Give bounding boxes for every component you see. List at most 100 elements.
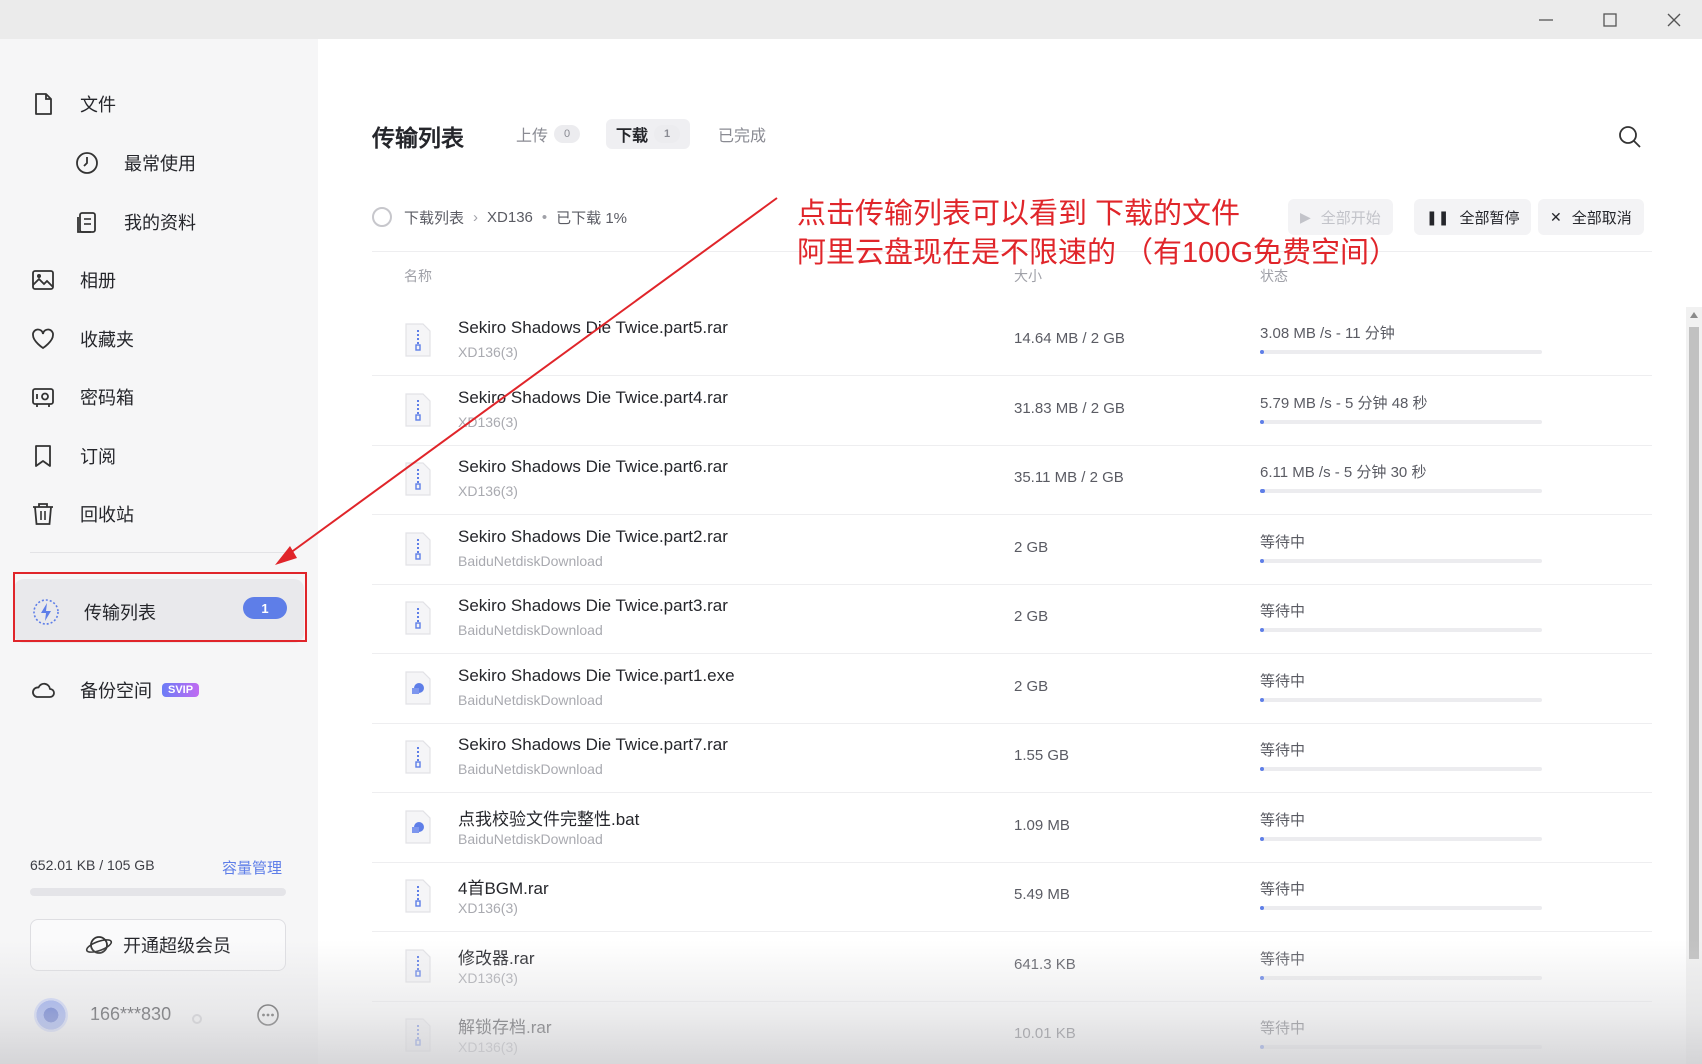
file-path: XD136(3) <box>458 969 518 986</box>
annotation-line-1: 点击传输列表可以看到 下载的文件 <box>797 198 1241 230</box>
file-name: Sekiro Shadows Die Twice.part7.rar <box>458 735 728 754</box>
sidebar-item-label: 密码箱 <box>80 388 134 408</box>
sidebar-item-recent[interactable]: 最常使用 <box>74 143 196 183</box>
table-row[interactable]: Sekiro Shadows Die Twice.part7.rar BaiduN… <box>372 723 1652 793</box>
scroll-thumb[interactable] <box>1689 327 1699 959</box>
archive-file-icon <box>404 1017 432 1053</box>
file-path: XD136(3) <box>458 413 518 430</box>
pause-icon: ❚❚ <box>1426 208 1450 225</box>
search-icon[interactable] <box>1616 123 1644 151</box>
file-progress-bar <box>1260 906 1542 910</box>
open-vip-button[interactable]: 开通超级会员 <box>30 919 286 971</box>
archive-file-icon <box>404 531 432 567</box>
file-progress-fill <box>1260 697 1264 702</box>
table-row[interactable]: Sekiro Shadows Die Twice.part5.rar XD136(… <box>372 306 1652 376</box>
executable-file-icon <box>404 670 432 706</box>
tab-upload-label: 上传 <box>516 128 549 145</box>
storage-usage-text: 652.01 KB / 105 GB <box>30 857 155 873</box>
file-size: 5.49 MB <box>1014 886 1070 903</box>
sidebar-item-backup[interactable]: 备份空间 SVIP <box>30 670 200 710</box>
archive-file-icon <box>404 461 432 497</box>
sidebar-item-safe[interactable]: 密码箱 <box>30 377 134 417</box>
file-progress-bar <box>1260 419 1542 424</box>
table-row[interactable]: Sekiro Shadows Die Twice.part2.rar BaiduN… <box>372 515 1652 585</box>
sidebar-item-trash[interactable]: 回收站 <box>30 494 134 534</box>
breadcrumb-folder[interactable]: XD136 <box>487 209 533 226</box>
file-progress-bar <box>1260 558 1542 563</box>
minimize-button[interactable] <box>1518 0 1574 39</box>
tab-download[interactable]: 下载 1 <box>606 119 691 149</box>
select-all-checkbox[interactable] <box>372 207 392 227</box>
executable-file-icon <box>404 809 432 845</box>
file-path: BaiduNetdiskDownload <box>458 830 603 847</box>
file-progress-bar <box>1260 836 1542 841</box>
page-title: 传输列表 <box>372 125 464 151</box>
breadcrumb-root[interactable]: 下载列表 <box>404 207 464 228</box>
file-name: Sekiro Shadows Die Twice.part3.rar <box>458 596 728 615</box>
file-progress-bar <box>1260 350 1542 354</box>
sidebar-item-my-documents[interactable]: 我的资料 <box>74 202 196 242</box>
file-name: Sekiro Shadows Die Twice.part1.exe <box>458 665 735 685</box>
file-status: 等待中 <box>1260 742 1306 759</box>
file-size: 35.11 MB / 2 GB <box>1014 469 1124 486</box>
tab-completed[interactable]: 已完成 <box>708 119 776 149</box>
photo-icon <box>30 267 56 293</box>
tab-completed-label: 已完成 <box>718 128 767 145</box>
file-status: 5.79 MB /s - 5 分钟 48 秒 <box>1260 394 1428 412</box>
pause-all-label: 全部暂停 <box>1459 209 1520 227</box>
table-row[interactable]: Sekiro Shadows Die Twice.part3.rar BaiduN… <box>372 584 1652 654</box>
cloud-icon <box>30 677 56 703</box>
trash-icon <box>30 501 56 527</box>
file-name: 修改器.rar <box>458 948 535 968</box>
file-status: 等待中 <box>1260 533 1306 551</box>
file-progress-fill <box>1260 1045 1264 1049</box>
table-row[interactable]: Sekiro Shadows Die Twice.part4.rar XD136(… <box>372 376 1652 446</box>
table-row[interactable]: 修改器.rar XD136(3) 641.3 KB 等待中 <box>372 932 1652 1002</box>
more-options-icon[interactable] <box>256 1003 280 1027</box>
file-progress-fill <box>1260 419 1265 424</box>
maximize-button[interactable] <box>1582 0 1638 39</box>
file-size: 2 GB <box>1014 608 1049 625</box>
table-row[interactable]: 4首BGM.rar XD136(3) 5.49 MB 等待中 <box>372 862 1652 932</box>
scrollbar[interactable] <box>1686 307 1702 1064</box>
file-path: XD136(3) <box>458 1039 518 1055</box>
pause-all-button[interactable]: ❚❚ 全部暂停 <box>1414 199 1532 235</box>
storage-manage-link[interactable]: 容量管理 <box>222 857 282 878</box>
file-size: 2 GB <box>1014 677 1049 695</box>
table-row[interactable]: Sekiro Shadows Die Twice.part6.rar XD136(… <box>372 445 1652 515</box>
file-size: 641.3 KB <box>1014 955 1076 973</box>
sidebar-item-album[interactable]: 相册 <box>30 260 116 300</box>
file-size: 10.01 KB <box>1014 1025 1076 1042</box>
tab-upload[interactable]: 上传 0 <box>506 119 590 149</box>
sidebar-item-files[interactable]: 文件 <box>30 84 116 124</box>
file-status: 6.11 MB /s - 5 分钟 30 秒 <box>1260 464 1427 481</box>
table-row[interactable]: Sekiro Shadows Die Twice.part1.exe BaiduN… <box>372 654 1652 724</box>
sidebar-item-favorites[interactable]: 收藏夹 <box>30 319 134 359</box>
file-size: 14.64 MB / 2 GB <box>1014 330 1125 347</box>
file-progress-bar <box>1260 628 1542 632</box>
file-status: 等待中 <box>1260 672 1306 690</box>
cancel-all-button[interactable]: ✕ 全部取消 <box>1538 199 1644 235</box>
dot-separator: • <box>541 208 548 226</box>
annotation-text: 点击传输列表可以看到 下载的文件 阿里云盘现在是不限速的 （有100G免费空间） <box>797 195 1398 273</box>
file-progress-fill <box>1260 489 1265 493</box>
file-name: 点我校验文件完整性.bat <box>458 809 640 829</box>
close-button[interactable] <box>1646 0 1702 39</box>
heart-icon <box>30 326 56 352</box>
file-progress-fill <box>1260 975 1264 980</box>
table-row[interactable]: 解锁存档.rar XD136(3) 10.01 KB 等待中 <box>372 1001 1652 1064</box>
sidebar-divider <box>30 552 286 553</box>
file-progress-fill <box>1260 767 1264 771</box>
file-progress-fill <box>1260 350 1264 354</box>
table-row[interactable]: 点我校验文件完整性.bat BaiduNetdiskDownload 1.09 MB… <box>372 793 1652 863</box>
scroll-up-arrow[interactable] <box>1690 312 1698 318</box>
sidebar-item-subscriptions[interactable]: 订阅 <box>30 436 116 476</box>
chevron-right-icon: › <box>473 208 479 226</box>
main-panel: 传输列表 上传 0 下载 1 已完成 下载列表 › XD136 • 已下载 1%… <box>318 39 1702 1064</box>
sidebar: 文件 最常使用 我的资料 相册 收藏夹 密码箱 订阅 回收站 传输列表 1 备份… <box>0 39 318 1064</box>
file-path: XD136(3) <box>458 483 518 499</box>
file-name: 解锁存档.rar <box>458 1018 552 1037</box>
avatar[interactable] <box>34 998 68 1032</box>
file-status: 等待中 <box>1260 603 1306 620</box>
column-name[interactable]: 名称 <box>404 266 432 286</box>
